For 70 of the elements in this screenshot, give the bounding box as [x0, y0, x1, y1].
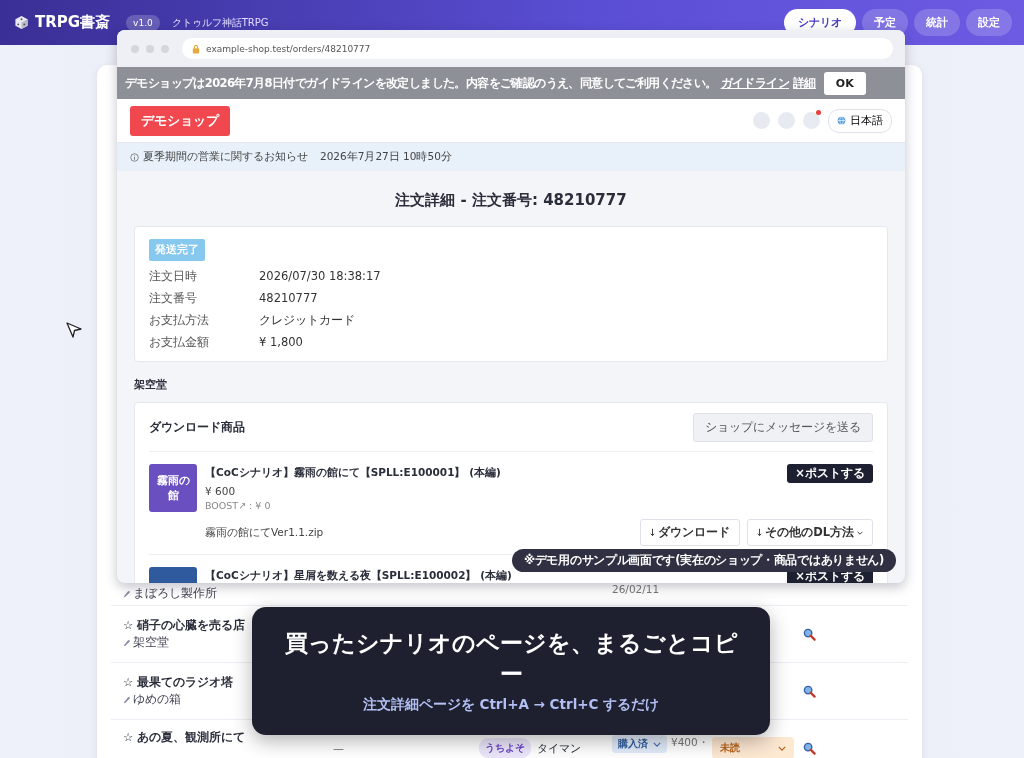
- field-label: お支払方法: [149, 312, 210, 328]
- shop-logo[interactable]: デモショップ: [130, 105, 230, 136]
- search-icon[interactable]: [803, 627, 816, 641]
- price-text: ¥400・: [671, 735, 709, 750]
- search-icon[interactable]: [803, 741, 816, 755]
- section-title: ダウンロード商品: [149, 418, 245, 436]
- app-logo: TRPG書斎: [35, 13, 111, 32]
- field-label: お支払金額: [149, 334, 210, 350]
- other-download-button[interactable]: その他のDL方法: [747, 519, 873, 546]
- page-title: 注文詳細 - 注文番号: 48210777: [394, 191, 628, 210]
- status-dropdown[interactable]: 未読: [712, 737, 794, 758]
- globe-icon: [837, 116, 846, 125]
- product-cover: 霧雨の館: [149, 464, 197, 512]
- ok-button[interactable]: OK: [823, 71, 866, 95]
- seller-heading: 架空堂: [134, 378, 168, 392]
- field-value: クレジットカード: [259, 312, 355, 328]
- download-icon: [650, 528, 656, 537]
- nav-tab[interactable]: 統計: [914, 9, 960, 36]
- players-cell: —: [333, 741, 344, 755]
- notification-dot: [816, 110, 821, 115]
- type-cell: タイマン: [537, 740, 581, 756]
- announcement-link[interactable]: 夏季期間の営業に関するお知らせ: [143, 150, 308, 164]
- purchase-dropdown[interactable]: 購入済: [612, 735, 667, 753]
- pen-icon: [123, 695, 131, 704]
- scenario-title[interactable]: ☆ 硝子の心臓を売る店: [123, 618, 246, 633]
- window-controls-icon: [130, 43, 170, 54]
- shop-name: まぼろし製作所: [133, 586, 217, 601]
- search-icon[interactable]: [803, 684, 816, 698]
- lock-icon: [192, 43, 200, 54]
- field-value: ¥ 1,800: [259, 335, 303, 349]
- product-price: ¥ 600: [205, 485, 237, 497]
- product-title[interactable]: 【CoCシナリオ】星屑を数える夜【SPLL:E100002】 (本編): [205, 569, 512, 583]
- date-text: 26/02/11: [612, 582, 660, 595]
- url-text: example-shop.test/orders/48210777: [206, 43, 371, 54]
- field-value: 48210777: [259, 291, 318, 305]
- address-bar[interactable]: example-shop.test/orders/48210777: [182, 38, 893, 59]
- field-value: 2026/07/30 18:38:17: [259, 269, 381, 283]
- language-button[interactable]: 日本語: [828, 108, 892, 133]
- status-badge: 発送完了: [149, 239, 205, 261]
- scenario-title[interactable]: ☆ あの夏、観測所にて: [123, 730, 246, 745]
- field-label: 注文日時: [149, 268, 198, 284]
- chevron-icon: [857, 530, 863, 535]
- shop-name: 架空堂: [133, 635, 169, 650]
- nav-tab[interactable]: 設定: [966, 9, 1012, 36]
- field-label: 注文番号: [149, 290, 198, 306]
- download-icon: [757, 528, 763, 537]
- file-name: 霧雨の館にてVer1.1.zip: [205, 525, 324, 540]
- caption-headline: 買ったシナリオのページを、まるごとコピー: [283, 628, 739, 689]
- product-title[interactable]: 【CoCシナリオ】霧雨の館にて【SPLL:E100001】 (本編): [205, 466, 501, 480]
- app-subtitle: クトゥルフ神話TRPG: [171, 15, 269, 30]
- demo-tooltip: ※デモ用のサンプル画面です(実在のショップ・商品ではありません): [511, 549, 896, 572]
- post-button[interactable]: ×ポストする: [787, 464, 873, 483]
- pen-icon: [123, 638, 131, 647]
- download-button[interactable]: ダウンロード: [640, 519, 741, 546]
- info-icon: [130, 152, 139, 162]
- pen-icon: [123, 589, 131, 598]
- shop-name: ゆめの箱: [133, 692, 181, 707]
- chevron-icon: [778, 745, 786, 751]
- cursor-icon: [66, 322, 82, 338]
- message-button[interactable]: ショップにメッセージを送る: [693, 412, 873, 442]
- boost-text: BOOST↗ : ¥ 0: [205, 500, 272, 511]
- caption-subline: 注文詳細ページを Ctrl+A → Ctrl+C するだけ: [362, 696, 660, 715]
- scenario-title[interactable]: ☆ 最果てのラジオ塔: [123, 675, 234, 690]
- tag-chip: うちよそ: [479, 738, 531, 758]
- dice-icon: [14, 15, 29, 30]
- chevron-icon: [653, 741, 661, 747]
- notice-text: デモショップは2026年7月8日付でガイドラインを改定しました。内容をご確認のうえ、同意してご利用ください。: [125, 75, 717, 91]
- version-badge: v1.0: [126, 14, 160, 31]
- header-icon-button[interactable]: [803, 112, 820, 129]
- announcement-date: 2026年7月27日 10時50分: [320, 150, 452, 164]
